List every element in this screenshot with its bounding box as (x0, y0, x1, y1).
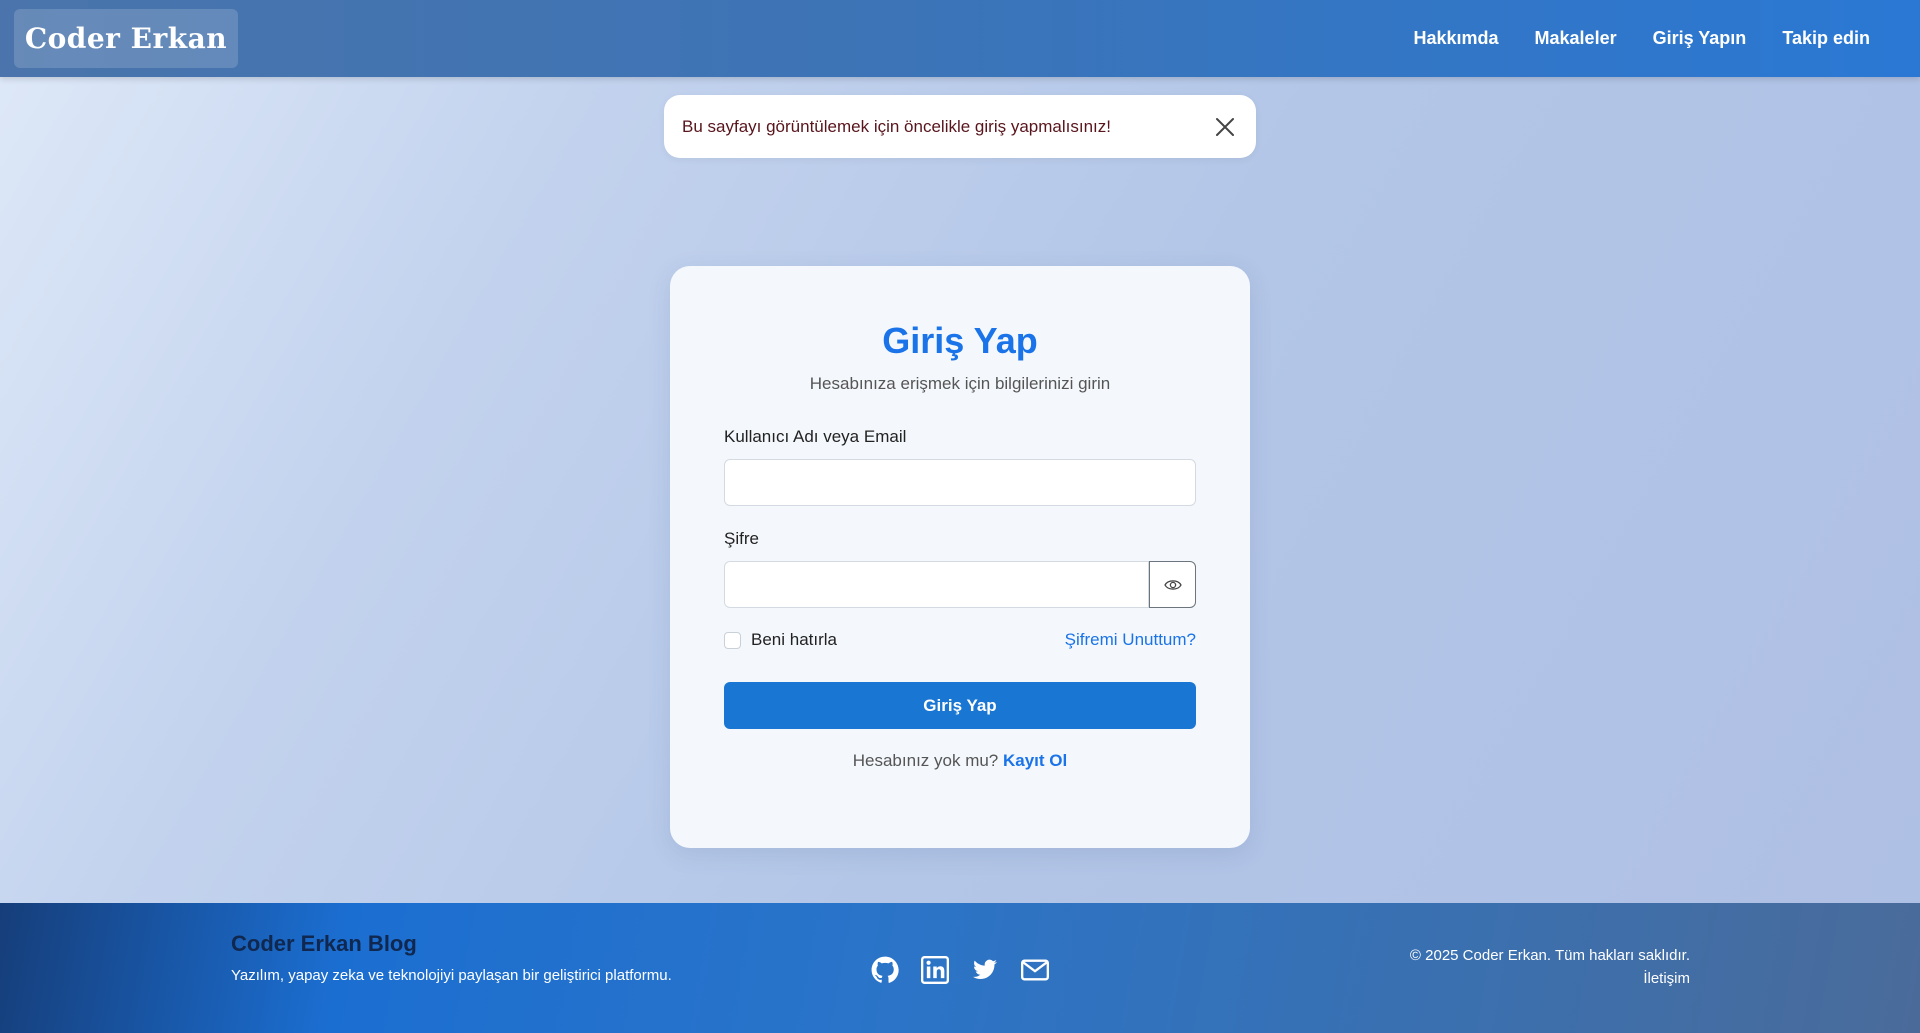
footer-title: Coder Erkan Blog (231, 931, 417, 956)
no-account-text: Hesabınız yok mu? (852, 751, 999, 770)
copyright-text: © 2025 Coder Erkan. Tüm hakları saklıdır… (1409, 947, 1690, 964)
brand-logo[interactable]: Coder Erkan (14, 9, 238, 68)
footer-brand: Coder Erkan Blog Yazılım, yapay zeka ve … (231, 931, 672, 984)
username-input[interactable] (724, 459, 1196, 506)
nav-link-login[interactable]: Giriş Yapın (1635, 28, 1765, 49)
nav-link-follow[interactable]: Takip edin (1764, 28, 1888, 49)
login-button[interactable]: Giriş Yap (724, 682, 1196, 729)
nav-link-articles[interactable]: Makaleler (1517, 28, 1635, 49)
github-icon[interactable] (870, 955, 900, 985)
login-options: Beni hatırla Şifremi Unuttum? (724, 630, 1196, 650)
register-link[interactable]: Kayıt Ol (1003, 751, 1067, 770)
password-input[interactable] (724, 561, 1149, 608)
footer: Coder Erkan Blog Yazılım, yapay zeka ve … (0, 903, 1920, 1033)
linkedin-icon[interactable] (920, 955, 950, 985)
forgot-password-link[interactable]: Şifremi Unuttum? (1065, 630, 1196, 650)
password-label: Şifre (724, 529, 759, 548)
eye-icon[interactable] (1149, 561, 1196, 608)
remember-me: Beni hatırla (724, 630, 837, 650)
remember-label: Beni hatırla (751, 630, 837, 649)
navbar: Coder Erkan Hakkımda Makaleler Giriş Yap… (0, 0, 1920, 77)
register-row: Hesabınız yok mu? Kayıt Ol (724, 751, 1196, 771)
close-icon[interactable] (1212, 114, 1238, 140)
login-card: Giriş Yap Hesabınıza erişmek için bilgil… (670, 266, 1250, 848)
nav-links: Hakkımda Makaleler Giriş Yapın Takip edi… (1395, 28, 1888, 49)
username-label: Kullanıcı Adı veya Email (724, 427, 907, 446)
social-links (870, 955, 1050, 985)
alert-message: Bu sayfayı görüntülemek için öncelikle g… (682, 116, 1111, 136)
twitter-icon[interactable] (970, 955, 1000, 985)
contact-link[interactable]: İletişim (1410, 970, 1690, 987)
password-group (724, 561, 1196, 608)
mail-icon[interactable] (1020, 955, 1050, 985)
footer-right: © 2025 Coder Erkan. Tüm hakları saklıdır… (1410, 947, 1690, 987)
nav-link-about[interactable]: Hakkımda (1395, 28, 1516, 49)
page-subtitle: Hesabınıza erişmek için bilgilerinizi gi… (809, 374, 1111, 393)
footer-description: Yazılım, yapay zeka ve teknolojiyi payla… (231, 967, 672, 984)
page-title: Giriş Yap (882, 320, 1038, 361)
remember-checkbox[interactable] (724, 631, 741, 649)
login-required-alert: Bu sayfayı görüntülemek için öncelikle g… (664, 95, 1256, 158)
